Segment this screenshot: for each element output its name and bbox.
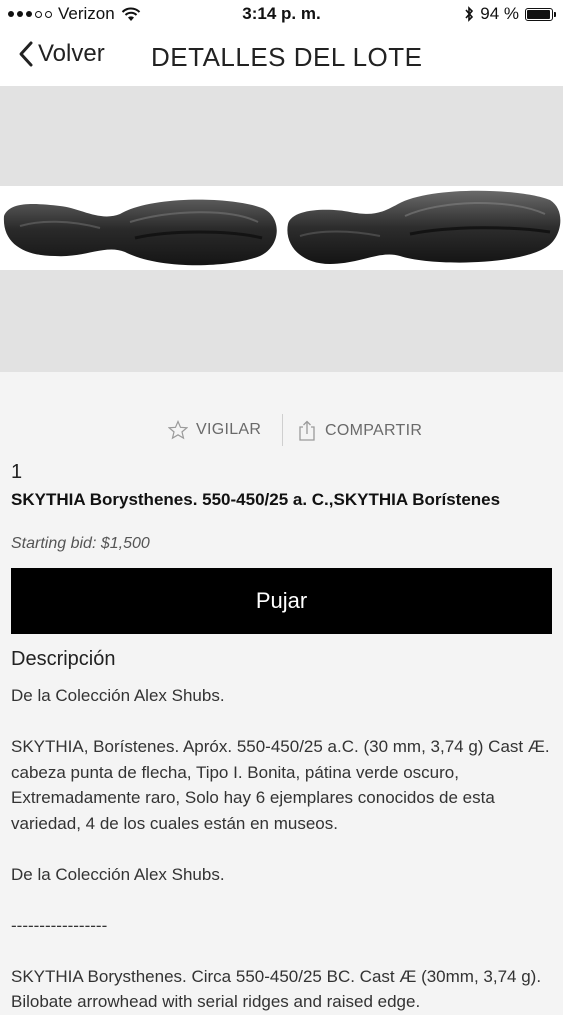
watch-label: VIGILAR (196, 421, 262, 438)
battery-icon (525, 7, 556, 21)
action-divider (282, 414, 283, 446)
description-heading: Descripción (11, 648, 116, 670)
battery-percent: 94 % (480, 4, 519, 23)
coin-photo (3, 190, 561, 266)
back-button[interactable]: Volver (18, 40, 105, 68)
lot-number: 1 (11, 461, 23, 483)
nav-header: Volver DETALLES DEL LOTE (0, 30, 563, 86)
battery-fill (527, 9, 550, 19)
description-paragraph: SKYTHIA, Borístenes. Apróx. 550-450/25 a… (11, 737, 550, 833)
bid-button[interactable]: Pujar (11, 568, 552, 634)
share-icon (299, 420, 315, 441)
bluetooth-icon (465, 6, 474, 22)
description-separator: ----------------- (11, 915, 108, 935)
star-icon (168, 420, 188, 440)
coin-image-strip (0, 186, 563, 270)
action-bar: VIGILAR COMPARTIR (0, 414, 563, 446)
status-bar: Verizon 3:14 p. m. 94 % (0, 0, 563, 30)
page-title: DETALLES DEL LOTE (151, 42, 423, 72)
starting-bid: Starting bid: $1,500 (11, 535, 150, 552)
status-right: 94 % (464, 4, 556, 24)
back-label: Volver (38, 40, 105, 67)
description-paragraph: De la Colección Alex Shubs. (11, 864, 225, 884)
chevron-left-icon (19, 41, 33, 67)
share-button[interactable]: COMPARTIR (297, 420, 422, 442)
watch-button[interactable]: VIGILAR (168, 420, 261, 440)
description-paragraph: De la Colección Alex Shubs. (11, 686, 225, 705)
share-label: COMPARTIR (325, 422, 423, 439)
description-body: De la Colección Alex Shubs. SKYTHIA, Bor… (11, 683, 556, 1015)
lot-image[interactable] (0, 86, 563, 372)
description-paragraph: SKYTHIA Borysthenes. Circa 550-450/25 BC… (11, 966, 542, 1012)
lot-title: SKYTHIA Borysthenes. 550-450/25 a. C.,SK… (11, 490, 501, 509)
